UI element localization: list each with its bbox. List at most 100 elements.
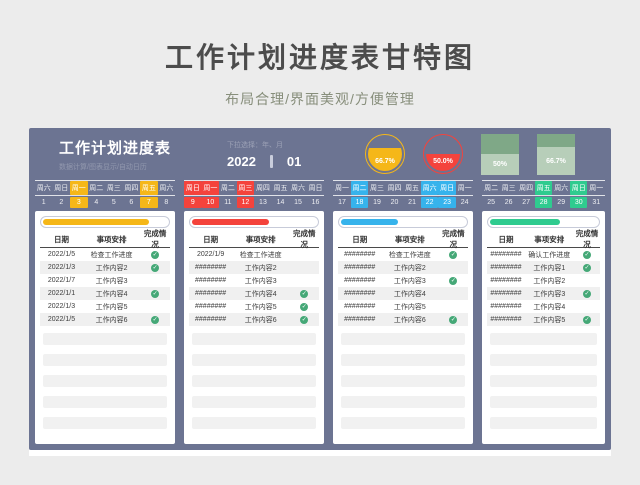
task-name: 工作内容2 (244, 264, 277, 272)
header-task: 事项安排 (96, 234, 127, 244)
calendar-day-name: 周日 (438, 181, 456, 195)
header-status: 完成情况 (293, 229, 316, 249)
week-column: 周二 周三 周四 周五 周六 周日 周一 25 26 27 28 29 30 31 日期 事项安排 完成… (482, 180, 605, 450)
progress-bar (189, 216, 320, 228)
task-name: 工作内容2 (95, 264, 128, 272)
table-row: ######## 工作内容2 (487, 274, 600, 287)
calendar-day-number: 7 (140, 197, 158, 208)
calendar-day-name: 周五 (273, 185, 288, 192)
task-name: 工作内容3 (533, 290, 566, 298)
panel-subtitle: 数据计算/图表显示/自动日历 (59, 163, 147, 171)
gantt-panel: 工作计划进度表 数据计算/图表显示/自动日历 下拉选择：年、月 2022 01 … (29, 128, 611, 450)
progress-bar (338, 216, 469, 228)
empty-row-stripe (490, 354, 597, 366)
table-row: ######## 工作内容6 ✓ (338, 313, 469, 326)
task-card: 日期 事项安排 完成情况 ######## 检查工作进度 ✓ ######## 工作内容… (333, 211, 474, 444)
empty-row-stripe (490, 333, 597, 345)
header-date: 日期 (352, 234, 368, 244)
calendar-day-number: 15 (294, 199, 302, 206)
check-icon: ✓ (449, 315, 458, 324)
empty-row-stripe (192, 375, 317, 387)
calendar-day-number: 30 (569, 197, 588, 208)
task-status: ✓ (438, 315, 468, 324)
calendar-day-name: 周四 (519, 185, 534, 192)
calendar-day-name: 周一 (457, 185, 472, 192)
calendar-day-number: 26 (504, 199, 513, 206)
empty-row-stripe (490, 396, 597, 408)
check-icon: ✓ (583, 315, 592, 324)
check-icon: ✓ (583, 250, 592, 259)
table-row: ######## 工作内容3 ✓ (338, 274, 468, 287)
calendar-day-name: 周日 (308, 185, 323, 192)
progress-bar-fill (192, 219, 270, 225)
progress-bar-fill (43, 219, 149, 225)
calendar-day-name: 周四 (124, 185, 139, 192)
task-name: 工作内容2 (533, 277, 566, 285)
completion-gauges: 66.7% 50.0% 50% 66.7% (355, 133, 601, 175)
task-date: ######## (195, 290, 227, 297)
calendar-day-name: 周二 (484, 185, 499, 192)
calendar-date-row: 1 234 5 678 (35, 196, 175, 209)
page-subtitle: 布局合理/界面美观/方便管理 (225, 91, 415, 107)
task-name: 检查工作进度 (388, 251, 431, 259)
empty-rows (189, 333, 319, 429)
calendar-day-number: 27 (522, 199, 531, 206)
calendar-day-number: 13 (259, 199, 267, 206)
task-card: 日期 事项安排 完成情况 2022/1/5 检查工作进度 ✓ 2022/1/3 工作内容… (35, 211, 176, 444)
empty-row-stripe (192, 354, 317, 366)
table-body: 2022/1/9 检查工作进度 ######## 工作内容2 ######## 工作内容3… (189, 248, 320, 326)
task-name: 工作内容1 (533, 264, 566, 272)
calendar-day-name: 周二 (350, 181, 369, 195)
task-status: ✓ (289, 302, 319, 311)
gauge-percent-label: 50.0% (433, 158, 453, 165)
task-name: 工作内容3 (244, 277, 277, 285)
task-status: ✓ (574, 250, 600, 259)
calendar-day-number: 9 (184, 197, 202, 208)
progress-bar-fill (490, 219, 560, 225)
table-row: ######## 工作内容5 ✓ (189, 300, 319, 313)
calendar-day-name: 周日 (54, 185, 69, 192)
task-status: ✓ (140, 263, 170, 272)
year-select[interactable]: 2022 (227, 154, 256, 169)
calendar-day-row: 周六 周日 周一 周二 周三 周四 周五 周六 (35, 181, 176, 196)
progress-gauge-square: 50% (481, 133, 519, 175)
task-status: ✓ (574, 263, 600, 272)
check-icon: ✓ (449, 250, 458, 259)
table-row: ######## 确认工作进度 ✓ (487, 248, 600, 261)
calendar-day-name: 周二 (89, 185, 104, 192)
empty-row-stripe (43, 375, 168, 387)
page-title: 工作计划进度表甘特图 (164, 42, 475, 73)
calendar-day-name: 周五 (405, 185, 420, 192)
check-icon: ✓ (300, 289, 309, 298)
date-selector-block: 下拉选择：年、月 2022 01 (227, 140, 355, 169)
task-status: ✓ (574, 315, 600, 324)
task-date: ######## (344, 251, 376, 258)
month-select[interactable]: 01 (287, 154, 301, 169)
empty-row-stripe (341, 333, 466, 345)
task-name: 工作内容6 (244, 316, 277, 324)
calendar-day-number: 17 (338, 199, 346, 206)
calendar-day-number: 12 (236, 197, 255, 208)
task-name: 工作内容4 (95, 290, 128, 298)
calendar-day-row: 周日 周一 周二 周三 周四 周五 周六 周日 (184, 181, 325, 196)
calendar-strip: 周日 周一 周二 周三 周四 周五 周六 周日 9 10 11 12 13 14 15 16 (184, 180, 325, 209)
date-separator (269, 154, 273, 168)
task-date: ######## (195, 277, 227, 284)
empty-row-stripe (490, 375, 597, 387)
table-row: ######## 工作内容1 ✓ (487, 261, 600, 274)
calendar-day-name: 周三 (236, 181, 255, 195)
task-date: ######## (490, 290, 522, 297)
check-icon: ✓ (300, 302, 309, 311)
table-header-row: 日期 事项安排 完成情况 (40, 229, 171, 249)
task-date: 2022/1/7 (47, 277, 76, 284)
task-date: 2022/1/9 (196, 251, 225, 258)
table-header-row: 日期 事项安排 完成情况 (487, 229, 600, 249)
header-date: 日期 (498, 234, 514, 244)
empty-row-stripe (192, 396, 317, 408)
header-status: 完成情况 (575, 229, 599, 249)
check-icon: ✓ (151, 289, 160, 298)
table-row: ######## 工作内容4 (338, 287, 469, 300)
table-row: ######## 工作内容2 (189, 261, 320, 274)
calendar-day-number: 11 (224, 199, 232, 206)
calendar-day-number: 16 (311, 199, 320, 206)
